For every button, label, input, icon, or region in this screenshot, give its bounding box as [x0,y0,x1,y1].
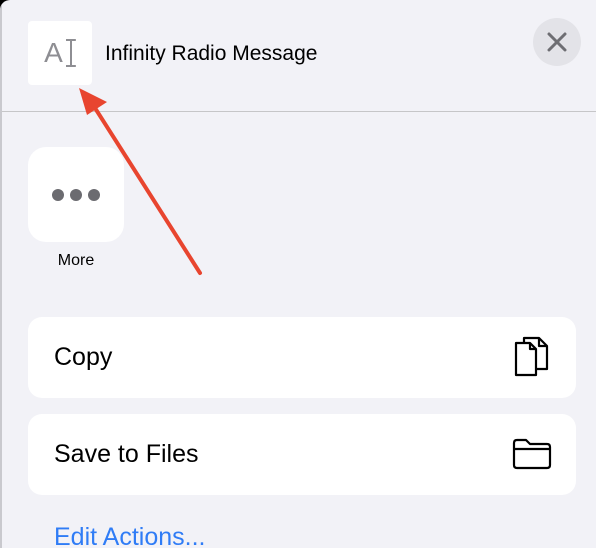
copy-action-label: Copy [54,343,113,371]
folder-icon [510,432,554,476]
save-to-files-row[interactable]: Save to Files [28,414,576,495]
share-sheet-header: A Infinity Radio Message [0,0,596,112]
text-cursor-icon [66,38,76,68]
save-to-files-label: Save to Files [54,440,199,468]
document-thumbnail: A [28,21,92,85]
edit-actions-link[interactable]: Edit Actions... [54,523,205,548]
share-sheet: A Infinity Radio Message More Copy Save … [0,0,596,548]
document-title: Infinity Radio Message [105,42,318,65]
ellipsis-icon [52,188,100,201]
copy-action-row[interactable]: Copy [28,317,576,398]
more-action-button[interactable] [28,147,124,242]
more-action-label: More [57,252,95,269]
copy-documents-icon [510,335,554,379]
thumbnail-letter: A [44,37,63,68]
header-divider [2,111,596,112]
close-icon [547,32,567,52]
close-button[interactable] [533,18,581,66]
